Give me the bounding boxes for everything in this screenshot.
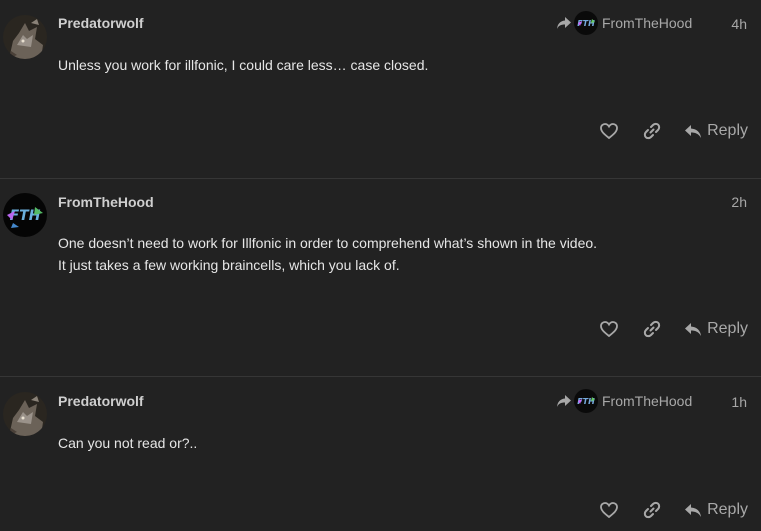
avatar[interactable]: FTH [3,193,47,237]
link-icon [643,320,661,338]
post-1: Predatorwolf FTH FromTheHood 4h Unless y… [0,0,761,178]
fth-logo-avatar-icon: FTH [574,11,598,35]
share-arrow-icon [557,395,571,407]
link-icon [643,122,661,140]
avatar[interactable] [3,392,47,436]
post-text-line: It just takes a few working braincells, … [58,257,400,273]
reply-to-username: FromTheHood [602,15,693,31]
post-date[interactable]: 4h [731,16,747,32]
post-body: Unless you work for illfonic, I could ca… [58,54,428,76]
post-text-line: Can you not read or?.. [58,435,198,451]
username[interactable]: Predatorwolf [58,393,144,409]
reply-button[interactable]: Reply [684,501,748,519]
reply-label: Reply [707,122,748,139]
reply-button[interactable]: Reply [684,320,748,338]
reply-to-tab[interactable]: FTH FromTheHood [556,11,692,35]
fth-logo-avatar-icon: FTH [574,389,598,413]
like-button[interactable] [597,498,621,522]
avatar[interactable] [3,15,47,59]
heart-icon [600,502,618,518]
username[interactable]: Predatorwolf [58,15,144,31]
heart-icon [600,123,618,139]
post-date[interactable]: 1h [731,394,747,410]
like-button[interactable] [597,317,621,341]
reply-label: Reply [707,501,748,518]
reply-arrow-icon [685,124,702,138]
share-arrow-icon [557,17,571,29]
post-2: FTH FromTheHood 2h One doesn’t need to w… [0,179,761,376]
link-icon [643,501,661,519]
reply-to-tab[interactable]: FTH FromTheHood [556,389,692,413]
post-text-line: Unless you work for illfonic, I could ca… [58,57,429,73]
wolf-avatar-icon [3,392,47,436]
copy-link-button[interactable] [640,317,664,341]
post-body: One doesn’t need to work for Illfonic in… [58,232,597,276]
reply-button[interactable]: Reply [684,122,748,140]
heart-icon [600,321,618,337]
post-actions: Reply [597,317,748,341]
username[interactable]: FromTheHood [58,194,154,210]
wolf-avatar-icon [3,15,47,59]
post-body: Can you not read or?.. [58,432,197,454]
post-text-line: One doesn’t need to work for Illfonic in… [58,235,598,251]
reply-arrow-icon [685,503,702,517]
post-actions: Reply [597,119,748,143]
post-3: Predatorwolf FTH FromTheHood 1h Can you … [0,377,761,531]
post-actions: Reply [597,498,748,522]
copy-link-button[interactable] [640,119,664,143]
fth-logo-avatar-icon: FTH [3,193,47,237]
reply-to-username: FromTheHood [602,393,693,409]
reply-label: Reply [707,320,748,337]
post-date[interactable]: 2h [731,194,747,210]
copy-link-button[interactable] [640,498,664,522]
like-button[interactable] [597,119,621,143]
reply-arrow-icon [685,322,702,336]
